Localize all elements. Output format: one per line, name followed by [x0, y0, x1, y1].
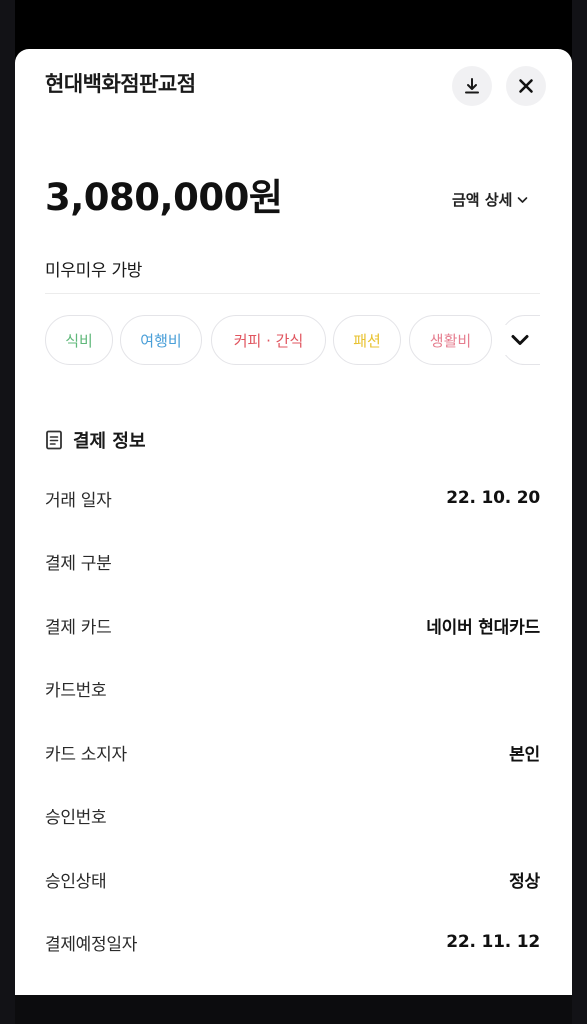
info-row-label: 카드 소지자 — [45, 744, 127, 765]
bottom-bar — [15, 995, 572, 1024]
info-row-scheduled-payment-date: 결제예정일자 22. 11. 12 — [45, 927, 540, 957]
category-chip-label: 커피 · 간식 — [233, 331, 304, 350]
download-button[interactable] — [452, 66, 492, 106]
info-row-approval-status: 승인상태 정상 — [45, 864, 540, 894]
download-icon — [465, 78, 479, 94]
close-button[interactable] — [506, 66, 546, 106]
payment-info-title: 결제 정보 — [45, 427, 146, 453]
amount-detail-button[interactable]: 금액 상세 — [452, 189, 528, 210]
transaction-memo: 미우미우 가방 — [45, 261, 143, 281]
info-row-value: 정상 — [509, 871, 540, 892]
category-chip[interactable]: 여행비 — [120, 315, 202, 365]
sheet-header: 현대백화점판교점 — [15, 49, 572, 121]
payment-info-title-text: 결제 정보 — [73, 431, 146, 452]
info-row-label: 거래 일자 — [45, 490, 112, 511]
category-chip[interactable]: 커피 · 간식 — [211, 315, 326, 365]
info-row-payment-type: 결제 구분 — [45, 546, 540, 576]
category-chip[interactable]: 패션 — [333, 315, 401, 365]
info-row-value: 22. 11. 12 — [446, 932, 540, 952]
info-row-label: 결제 카드 — [45, 617, 112, 638]
category-chip[interactable]: 식비 — [45, 315, 113, 365]
chevron-down-icon — [511, 335, 529, 345]
category-chip[interactable]: 생활비 — [409, 315, 492, 365]
amount-detail-label: 금액 상세 — [452, 191, 513, 209]
info-row-card-holder: 카드 소지자 본인 — [45, 737, 540, 767]
transaction-detail-sheet: 현대백화점판교점 3,080,000원 금액 상세 미우미우 가방 식비 여행비… — [15, 49, 572, 995]
info-row-value: 네이버 현대카드 — [426, 617, 540, 638]
divider — [45, 293, 540, 294]
info-row-transaction-date: 거래 일자 22. 10. 20 — [45, 483, 540, 513]
category-chip-label: 여행비 — [140, 331, 182, 350]
background-left — [0, 0, 15, 1024]
expand-categories-button[interactable] — [500, 325, 540, 355]
info-row-value: 22. 10. 20 — [446, 488, 540, 508]
info-row-label: 결제 구분 — [45, 553, 112, 574]
info-row-approval-number: 승인번호 — [45, 800, 540, 830]
info-row-label: 결제예정일자 — [45, 934, 138, 955]
info-row-card-number: 카드번호 — [45, 673, 540, 703]
info-row-label: 승인상태 — [45, 871, 107, 892]
info-row-label: 카드번호 — [45, 680, 107, 701]
screen: 현대백화점판교점 3,080,000원 금액 상세 미우미우 가방 식비 여행비… — [0, 0, 587, 1024]
transaction-amount: 3,080,000원 — [45, 176, 283, 219]
category-chip-label: 생활비 — [429, 331, 472, 350]
info-row-value: 본인 — [509, 744, 540, 765]
category-chip-label: 식비 — [65, 331, 93, 350]
category-chip-label: 패션 — [353, 331, 381, 350]
info-row-payment-card: 결제 카드 네이버 현대카드 — [45, 610, 540, 640]
info-row-label: 승인번호 — [45, 807, 107, 828]
category-chip-list: 식비 여행비 커피 · 간식 패션 생활비 — [45, 315, 540, 369]
merchant-name: 현대백화점판교점 — [45, 72, 196, 96]
close-icon — [519, 79, 533, 93]
document-icon — [46, 430, 62, 450]
chevron-down-icon — [518, 196, 528, 203]
background-right — [572, 0, 587, 1024]
